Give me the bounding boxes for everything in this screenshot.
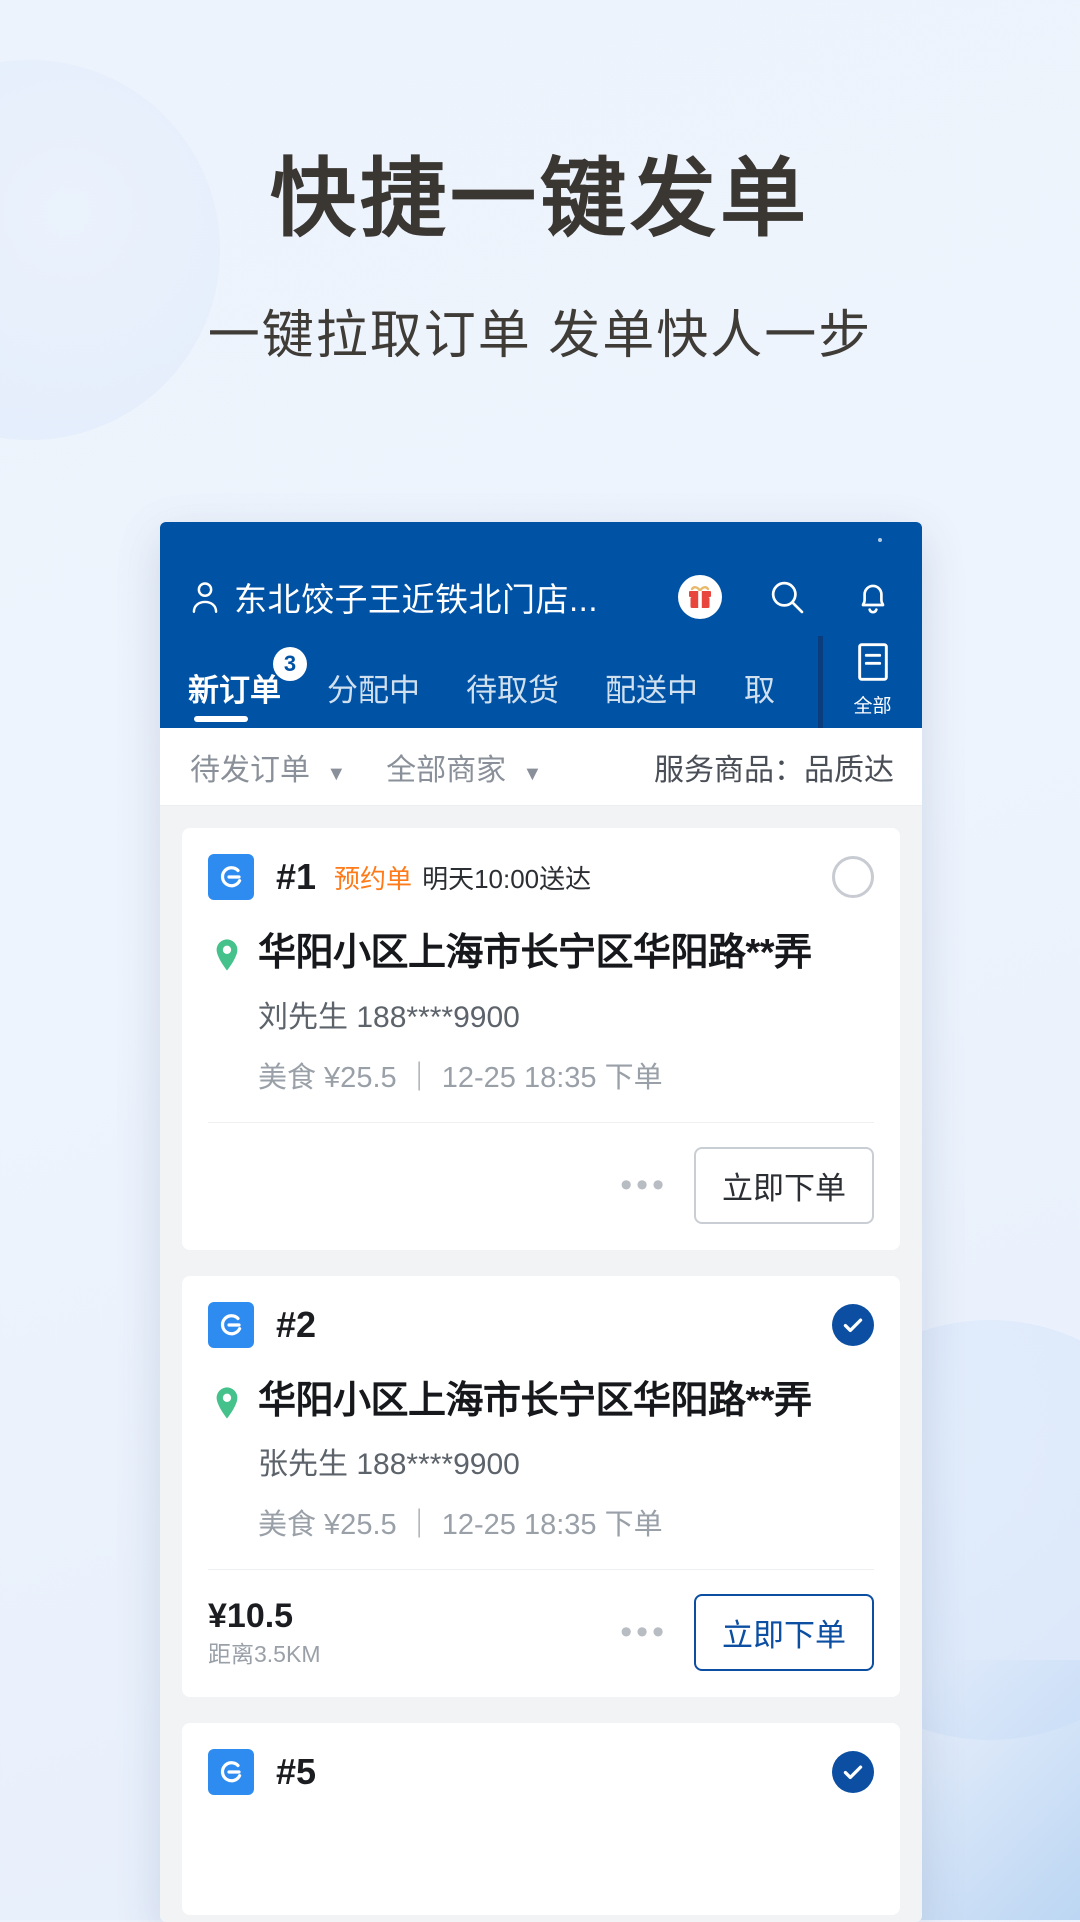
order-card-body-truncated <box>208 1795 874 1915</box>
order-meta: 美食 ¥25.5 ｜ 12-25 18:35 下单 <box>258 1509 663 1541</box>
order-address-row: 华阳小区上海市长宁区华阳路**弄 <box>208 930 874 978</box>
order-address: 华阳小区上海市长宁区华阳路**弄 <box>258 932 812 974</box>
order-card[interactable]: #1 预约单 明天10:00送达 华阳小区上海市长宁区华阳路**弄 刘先生 18… <box>182 828 900 1250</box>
status-bar <box>160 522 922 558</box>
order-contact: 张先生 188****9900 <box>258 1448 520 1481</box>
order-number: #5 <box>276 1751 317 1792</box>
order-card-footer: ¥10.5 距离3.5KM ••• 立即下单 <box>208 1569 874 1697</box>
order-card-header: #5 <box>208 1749 874 1795</box>
chevron-down-icon: ▼ <box>326 762 347 785</box>
person-icon <box>190 581 220 613</box>
order-price: ¥10.5 <box>208 1597 294 1636</box>
order-status-tabs: 新订单 3 分配中 待取货 配送中 取 全部 <box>160 636 922 728</box>
filter-merchant[interactable]: 全部商家 ▼ <box>386 745 542 789</box>
order-card-header: #1 预约单 明天10:00送达 <box>208 854 874 900</box>
tab-new-orders[interactable]: 新订单 3 <box>188 647 307 728</box>
filter-merchant-label: 全部商家 <box>386 753 507 787</box>
order-card[interactable]: #2 华阳小区上海市长宁区华阳路**弄 张先生 188****9900 美食 ¥ <box>182 1275 900 1697</box>
order-select-checkbox[interactable] <box>832 1303 874 1346</box>
order-list: #1 预约单 明天10:00送达 华阳小区上海市长宁区华阳路**弄 刘先生 18… <box>160 806 922 1915</box>
order-address-row: 华阳小区上海市长宁区华阳路**弄 <box>208 1378 874 1426</box>
location-pin-icon <box>214 938 240 972</box>
tab-delivering[interactable]: 配送中 <box>605 665 698 728</box>
search-icon[interactable] <box>766 576 808 618</box>
store-name[interactable]: 东北饺子王近铁北门店... <box>234 573 658 621</box>
order-distance: 距离3.5KM <box>208 1640 321 1667</box>
tab-waiting-pickup[interactable]: 待取货 <box>466 665 559 728</box>
page-subtitle: 一键拉取订单 发单快人一步 <box>207 306 873 365</box>
list-icon <box>855 642 891 687</box>
order-card-header: #2 <box>208 1301 874 1348</box>
header-actions <box>678 575 894 619</box>
order-card-footer: ••• 立即下单 <box>208 1121 874 1250</box>
order-address: 华阳小区上海市长宁区华阳路**弄 <box>258 1379 812 1422</box>
order-tag-reserved: 预约单 <box>334 863 413 894</box>
filter-order-status-label: 待发订单 <box>190 753 310 787</box>
bell-icon[interactable] <box>852 576 894 618</box>
place-order-button[interactable]: 立即下单 <box>694 1594 874 1671</box>
tab-all-button[interactable]: 全部 <box>818 636 922 728</box>
phone-mockup: 东北饺子王近铁北门店... 新订单 3 分配中 待取货 配送中 取 全部 待发订… <box>160 522 922 1922</box>
more-options-icon[interactable]: ••• <box>620 1613 668 1652</box>
hero-section: 快捷一键发单 一键拉取订单 发单快人一步 <box>0 150 1080 368</box>
tab-badge-count: 3 <box>273 647 307 681</box>
order-meta: 美食 ¥25.5 ｜ 12-25 18:35 下单 <box>258 1061 663 1094</box>
order-number: #2 <box>276 1303 317 1345</box>
order-select-checkbox[interactable] <box>832 1751 874 1793</box>
order-contact: 刘先生 188****9900 <box>258 1000 520 1034</box>
tab-label: 新订单 <box>188 673 281 708</box>
eleme-icon <box>208 854 254 900</box>
order-select-checkbox[interactable] <box>832 856 874 898</box>
tab-all-label: 全部 <box>853 696 892 717</box>
more-options-icon[interactable]: ••• <box>620 1166 668 1205</box>
order-number: #1 <box>276 856 317 897</box>
tab-cancelled[interactable]: 取 <box>744 665 775 728</box>
filter-order-status[interactable]: 待发订单 ▼ <box>190 745 346 789</box>
place-order-button[interactable]: 立即下单 <box>694 1146 874 1224</box>
chevron-down-icon: ▼ <box>522 762 543 785</box>
order-card[interactable]: #5 <box>182 1723 900 1915</box>
app-navigation: 东北饺子王近铁北门店... 新订单 3 分配中 待取货 配送中 取 全部 <box>160 522 922 728</box>
page-title: 快捷一键发单 <box>270 151 810 247</box>
location-pin-icon <box>214 1386 240 1420</box>
tab-assigning[interactable]: 分配中 <box>327 665 420 728</box>
eleme-icon <box>208 1301 254 1348</box>
service-product-label: 服务商品：品质达 <box>654 753 894 787</box>
eleme-icon <box>208 1749 254 1795</box>
filter-bar: 待发订单 ▼ 全部商家 ▼ 服务商品：品质达 <box>160 728 922 806</box>
store-header[interactable]: 东北饺子王近铁北门店... <box>160 558 922 636</box>
status-dot <box>878 538 882 542</box>
order-schedule: 明天10:00送达 <box>422 863 592 894</box>
order-price-block: ¥10.5 距离3.5KM <box>208 1597 321 1667</box>
gift-icon[interactable] <box>678 575 722 619</box>
